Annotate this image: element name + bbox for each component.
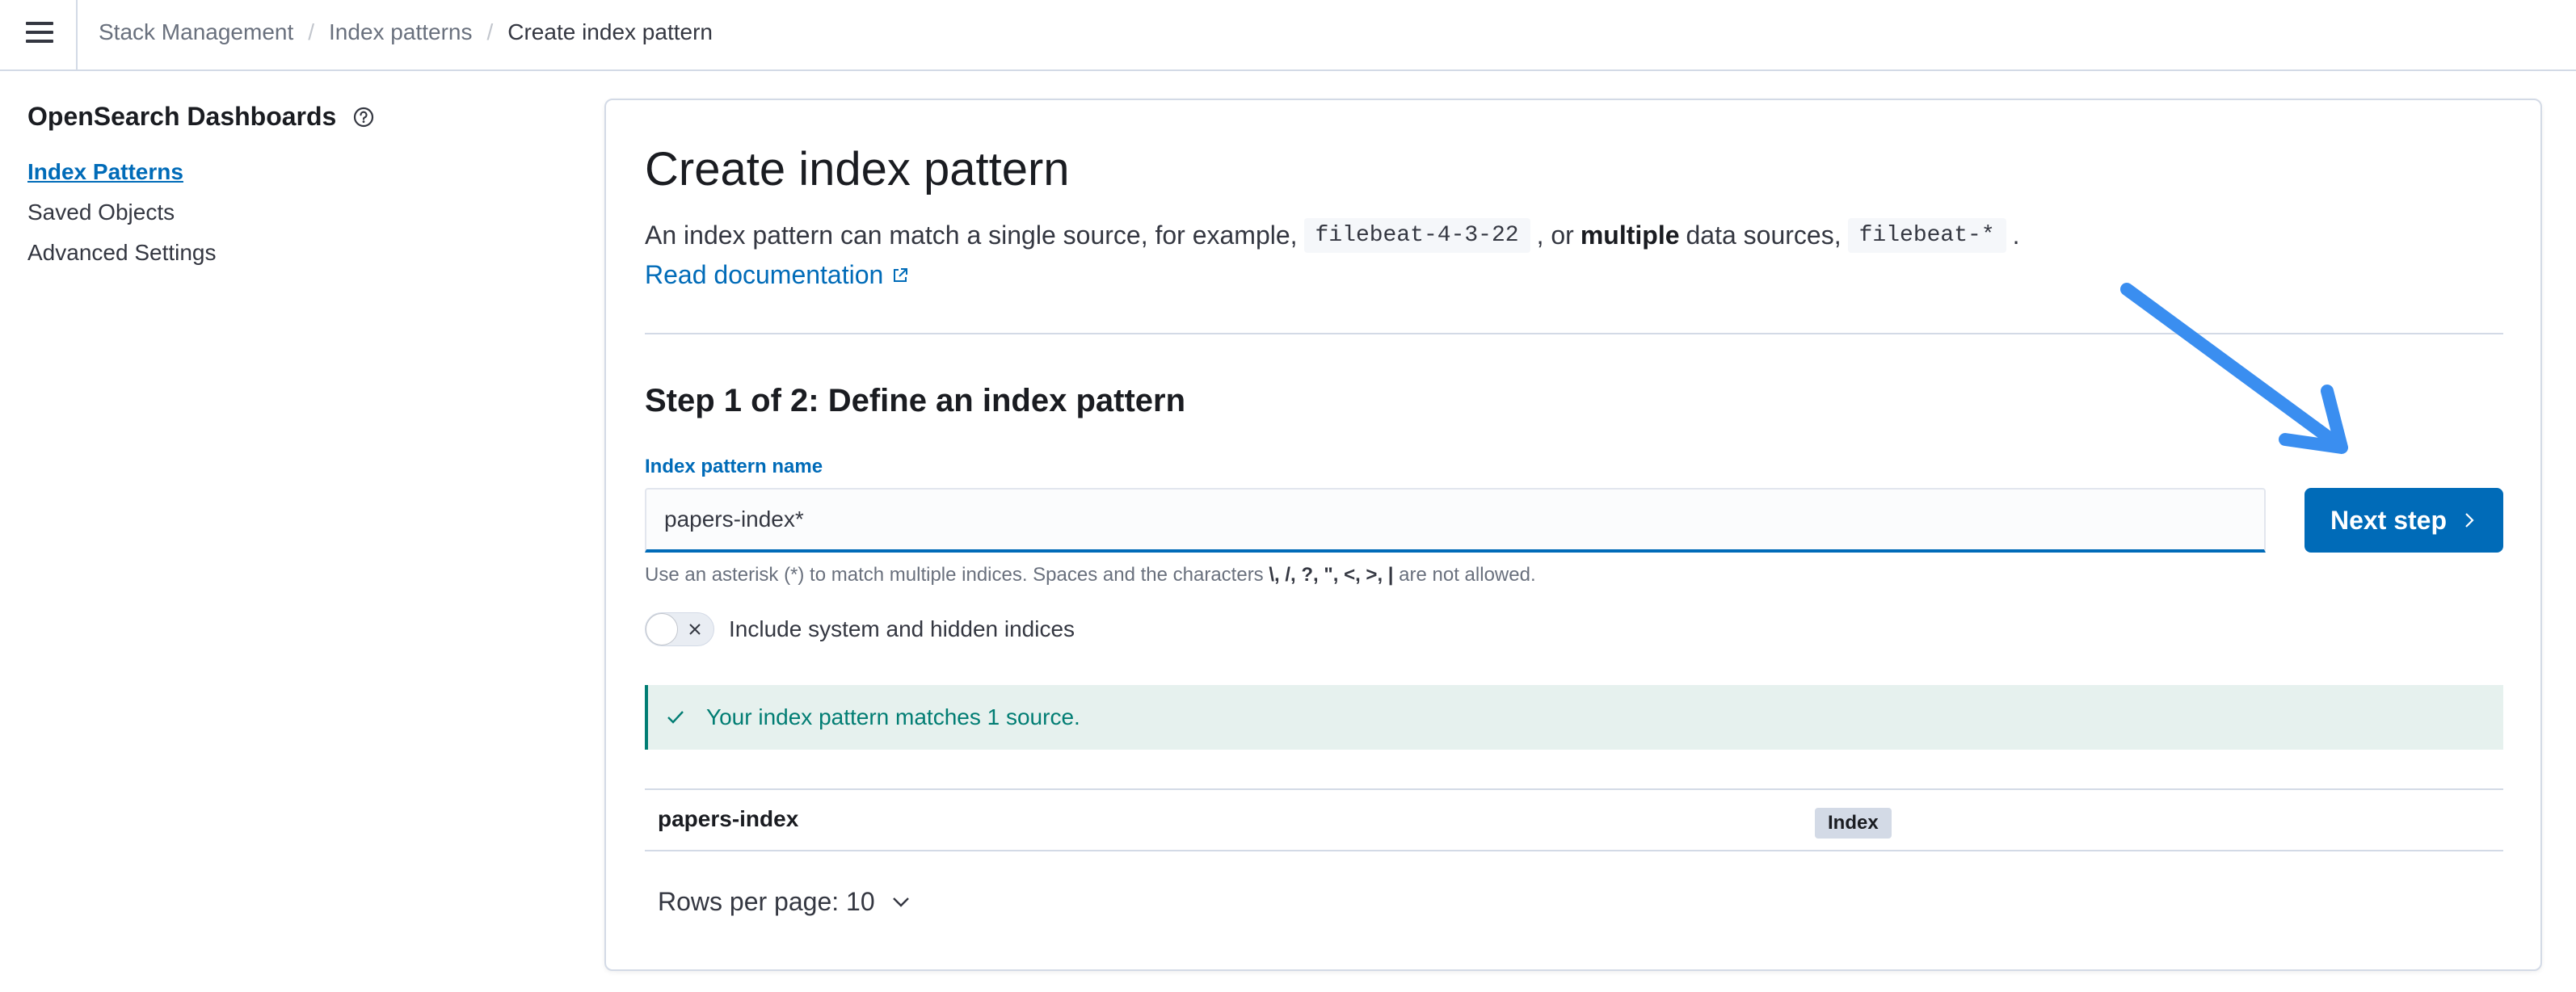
include-hidden-indices-label: Include system and hidden indices [729, 616, 1075, 641]
example-code-multiple: filebeat-* [1847, 218, 2006, 253]
include-hidden-indices-toggle[interactable] [645, 612, 714, 646]
step-title: Step 1 of 2: Define an index pattern [645, 383, 1186, 418]
breadcrumb-index-patterns[interactable]: Index patterns [329, 19, 472, 45]
help-icon[interactable] [352, 106, 375, 128]
toggle-knob [646, 613, 678, 645]
table-row: papers-index Index [645, 790, 2503, 851]
breadcrumb-separator: / [486, 19, 494, 44]
description-text: An index pattern can match a single sour… [645, 221, 1298, 250]
read-documentation-label: Read documentation [645, 260, 884, 289]
breadcrumb-stack-management[interactable]: Stack Management [99, 19, 293, 45]
match-success-text: Your index pattern matches 1 source. [706, 704, 1080, 729]
page-title: Create index pattern [645, 143, 1070, 195]
close-icon [689, 624, 701, 635]
next-step-label: Next step [2330, 505, 2448, 535]
top-header: Stack Management / Index patterns / Crea… [0, 0, 2576, 71]
sidebar-title-text: OpenSearch Dashboards [27, 102, 337, 131]
rows-per-page-label: Rows per page: 10 [658, 887, 875, 916]
description-text: . [2012, 221, 2020, 250]
check-icon [667, 711, 684, 724]
match-success-callout: Your index pattern matches 1 source. [645, 685, 2503, 750]
external-link-icon [894, 267, 908, 282]
index-name-cell: papers-index [658, 806, 799, 831]
help-text-part: are not allowed. [1399, 564, 1536, 586]
sidebar-item-saved-objects[interactable]: Saved Objects [27, 195, 217, 236]
annotation-arrow-icon [2120, 283, 2348, 454]
rows-per-page-button[interactable]: Rows per page: 10 [658, 887, 912, 917]
index-pattern-help-text: Use an asterisk (*) to match multiple in… [645, 564, 1536, 586]
page-description: An index pattern can match a single sour… [645, 218, 2020, 253]
description-bold: multiple [1580, 221, 1680, 250]
include-hidden-indices-row: Include system and hidden indices [645, 612, 1075, 646]
breadcrumb: Stack Management / Index patterns / Crea… [99, 0, 713, 65]
header-divider [76, 0, 78, 71]
breadcrumb-separator: / [308, 19, 315, 44]
breadcrumb-create-index-pattern: Create index pattern [507, 19, 713, 44]
index-type-badge: Index [1815, 808, 1892, 839]
description-text: data sources, [1686, 221, 1842, 250]
index-pattern-name-label: Index pattern name [645, 456, 823, 477]
example-code-single: filebeat-4-3-22 [1303, 218, 1530, 253]
next-step-button[interactable]: Next step [2305, 488, 2503, 553]
help-text-part: Use an asterisk (*) to match multiple in… [645, 564, 1264, 586]
sidebar-title: OpenSearch Dashboards [27, 102, 375, 132]
hamburger-menu-icon[interactable] [21, 16, 60, 48]
index-pattern-name-input[interactable] [645, 488, 2266, 553]
chevron-down-icon [892, 897, 909, 907]
disallowed-characters: \, /, ?, ", <, >, | [1269, 564, 1394, 586]
chevron-right-icon [2465, 513, 2474, 528]
description-text: , or [1536, 221, 1574, 250]
sidebar-nav: Index Patterns Saved Objects Advanced Se… [27, 155, 217, 276]
sidebar-item-index-patterns[interactable]: Index Patterns [27, 155, 217, 195]
sidebar-item-advanced-settings[interactable]: Advanced Settings [27, 236, 217, 276]
read-documentation-link[interactable]: Read documentation [645, 260, 909, 290]
